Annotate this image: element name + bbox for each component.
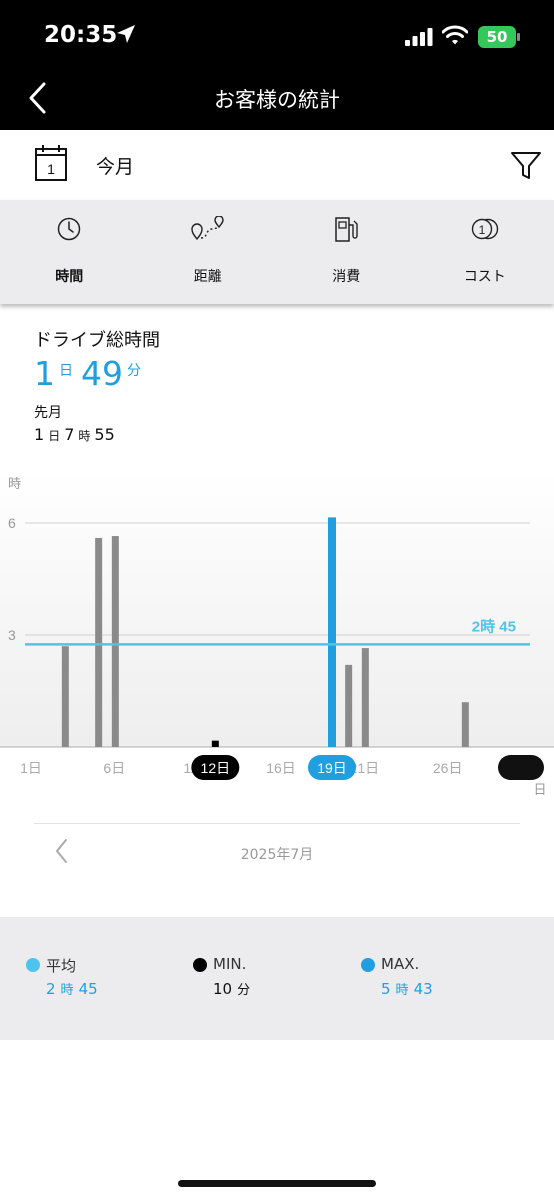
average-value: 2 時 45 <box>46 979 98 998</box>
x-tick-label: 6日 <box>103 760 125 776</box>
min-label: MIN. <box>213 955 247 973</box>
average-label: 2時 45 <box>472 617 516 635</box>
filter-icon[interactable] <box>510 150 542 182</box>
cellular-signal-icon <box>405 28 433 46</box>
stats-panel: 平均 2 時 45 MIN. 10 分 MAX. 5 時 43 <box>0 917 554 1040</box>
x-tick-label: 1日 <box>20 760 42 776</box>
y-tick-label: 6 <box>8 515 16 531</box>
tab-consumption-label: 消費 <box>332 269 361 285</box>
wifi-icon <box>442 25 468 45</box>
location-arrow-icon <box>117 25 135 43</box>
page-title: お客様の統計 <box>214 88 340 112</box>
total-drive-time: 1 日 49 分 <box>34 354 149 393</box>
month-divider <box>34 823 520 824</box>
average-dot <box>26 958 40 972</box>
bar <box>61 646 69 747</box>
period-label: 今月 <box>96 156 135 178</box>
period-selector[interactable]: 1 今月 <box>0 130 554 200</box>
bar <box>361 648 369 747</box>
x-axis-label: 日 <box>533 782 546 797</box>
total-days: 1 <box>34 354 55 393</box>
prev-hours: 7 <box>64 425 75 444</box>
max-day-pill-label: 19日 <box>317 760 347 776</box>
bar <box>461 702 469 747</box>
min-value: 10 分 <box>213 979 255 998</box>
clock-icon <box>58 217 81 241</box>
home-indicator <box>178 1180 376 1187</box>
x-tick-label: 26日 <box>433 760 463 776</box>
summary-title: ドライブ総時間 <box>34 330 160 351</box>
tab-time[interactable]: 時間 <box>0 200 139 304</box>
top-bar: 20:35 50 お客様の統計 <box>0 0 554 130</box>
tab-distance-label: 距離 <box>193 269 222 285</box>
battery-level: 50 <box>486 28 508 46</box>
max-hours-unit: 時 <box>395 983 409 998</box>
bar-max <box>328 517 336 747</box>
tab-cost-label: コスト <box>463 269 506 285</box>
min-day-pill-label: 12日 <box>201 760 231 776</box>
bar <box>111 536 119 747</box>
max-minutes: 43 <box>413 980 433 998</box>
total-minutes-unit: 分 <box>127 363 141 379</box>
bar <box>95 537 103 747</box>
month-label: 2025年7月 <box>240 847 314 863</box>
fuel-pump-icon <box>335 217 358 242</box>
drive-time-chart[interactable]: 時362時 451日6日11日16日21日26日31日12日19日日 <box>0 470 554 810</box>
prev-hours-unit: 時 <box>78 429 91 443</box>
metric-tabs: 時間 距離 消費 1 コスト <box>0 200 554 304</box>
average-hours-unit: 時 <box>60 983 74 998</box>
battery-tip <box>517 33 520 41</box>
route-icon <box>191 216 224 241</box>
prev-minutes: 55 <box>94 425 115 444</box>
average-hours: 2 <box>46 980 56 998</box>
svg-text:1: 1 <box>478 223 485 237</box>
average-minutes: 45 <box>78 980 98 998</box>
y-tick-label: 3 <box>8 627 16 643</box>
tab-consumption[interactable]: 消費 <box>277 200 416 304</box>
calendar-icon: 1 <box>35 145 67 181</box>
previous-month-label: 先月 <box>34 405 62 421</box>
x-tick-label: 16日 <box>266 760 296 776</box>
max-label: MAX. <box>381 955 420 973</box>
calendar-day: 1 <box>47 161 55 177</box>
tab-cost[interactable]: 1 コスト <box>416 200 554 304</box>
bar-min <box>211 740 219 747</box>
max-value: 5 時 43 <box>381 979 433 998</box>
min-minutes: 10 <box>213 980 233 998</box>
tab-time-label: 時間 <box>55 269 84 285</box>
max-dot <box>361 958 375 972</box>
bar <box>345 664 353 747</box>
coins-icon: 1 <box>471 218 498 240</box>
chart-background <box>0 470 554 747</box>
total-days-unit: 日 <box>59 363 73 379</box>
average-label: 平均 <box>46 957 77 975</box>
min-minutes-unit: 分 <box>237 983 251 998</box>
y-axis-label: 時 <box>8 476 21 491</box>
battery-indicator: 50 <box>478 26 516 48</box>
prev-days: 1 <box>34 425 45 444</box>
max-hours: 5 <box>381 980 391 998</box>
status-time: 20:35 <box>44 22 118 48</box>
previous-month-value: 1 日 7 時 55 <box>34 425 115 444</box>
min-dot <box>193 958 207 972</box>
prev-days-unit: 日 <box>48 429 61 443</box>
tab-distance[interactable]: 距離 <box>139 200 278 304</box>
x-tick-pill-end <box>498 755 544 780</box>
total-minutes: 49 <box>81 354 123 393</box>
